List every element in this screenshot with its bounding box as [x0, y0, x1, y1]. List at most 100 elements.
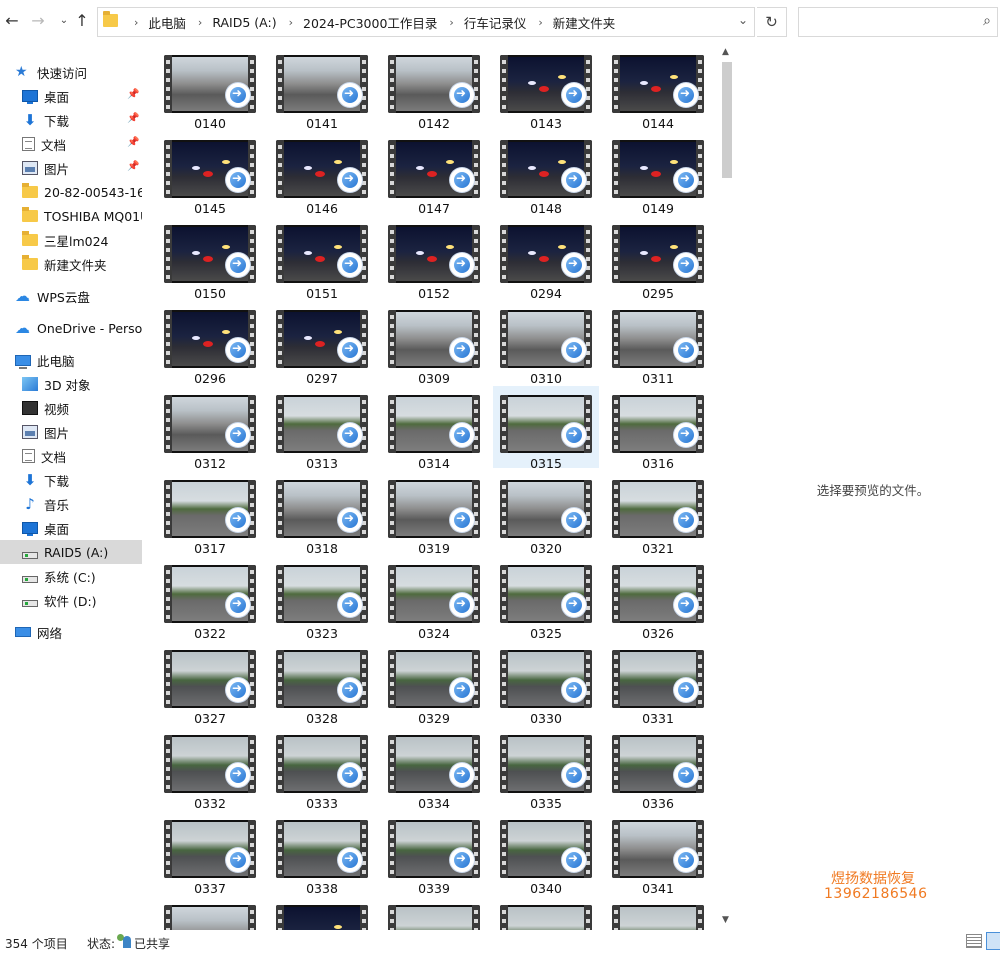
nav-item[interactable]: 20-82-00543-16- — [0, 180, 142, 204]
file-tile[interactable]: 0333 — [269, 726, 375, 811]
file-tile[interactable]: 0294 — [493, 216, 599, 301]
file-tile[interactable]: 0318 — [269, 471, 375, 556]
file-tile[interactable]: 0144 — [605, 46, 711, 131]
file-tile[interactable] — [605, 896, 711, 930]
file-tile[interactable]: 0331 — [605, 641, 711, 726]
back-button[interactable]: ← — [2, 10, 22, 32]
chevron-right-icon[interactable]: › — [538, 16, 542, 29]
file-tile[interactable]: 0337 — [157, 811, 263, 896]
nav-item[interactable]: 网络 — [0, 620, 142, 644]
file-tile[interactable]: 0335 — [493, 726, 599, 811]
file-tile[interactable]: 0152 — [381, 216, 487, 301]
chevron-right-icon[interactable]: › — [449, 16, 453, 29]
chevron-right-icon[interactable]: › — [289, 16, 293, 29]
file-tile[interactable]: 0145 — [157, 131, 263, 216]
vertical-scrollbar[interactable]: ▲ ▼ — [718, 44, 736, 930]
file-tile[interactable]: 0146 — [269, 131, 375, 216]
file-tile[interactable]: 0340 — [493, 811, 599, 896]
forward-button[interactable]: → — [28, 10, 48, 32]
nav-item[interactable]: ♪ 音乐 — [0, 492, 142, 516]
nav-item[interactable]: 文档 📌 — [0, 132, 142, 156]
file-tile[interactable]: 0295 — [605, 216, 711, 301]
file-tile[interactable]: 0147 — [381, 131, 487, 216]
file-tile[interactable]: 0327 — [157, 641, 263, 726]
chevron-right-icon[interactable]: › — [134, 16, 138, 29]
file-tile[interactable]: 0319 — [381, 471, 487, 556]
file-tile[interactable]: 0332 — [157, 726, 263, 811]
nav-item[interactable]: 视频 — [0, 396, 142, 420]
chevron-down-icon[interactable]: ⌄ — [738, 13, 748, 27]
file-tile[interactable]: 0142 — [381, 46, 487, 131]
up-button[interactable]: ↑ — [72, 10, 92, 32]
file-tile[interactable]: 0311 — [605, 301, 711, 386]
file-tile[interactable]: 0314 — [381, 386, 487, 471]
file-tile[interactable]: 0151 — [269, 216, 375, 301]
file-tile[interactable] — [269, 896, 375, 930]
nav-item[interactable]: RAID5 (A:) — [0, 540, 142, 564]
nav-item[interactable]: 新建文件夹 — [0, 252, 142, 276]
scrollbar-thumb[interactable] — [722, 62, 732, 178]
file-tile[interactable] — [157, 896, 263, 930]
breadcrumb-item[interactable]: 此电脑 — [148, 13, 186, 32]
file-tile[interactable]: 0339 — [381, 811, 487, 896]
file-tile[interactable]: 0341 — [605, 811, 711, 896]
chevron-right-icon[interactable]: › — [198, 16, 202, 29]
scroll-up-icon[interactable]: ▲ — [722, 47, 729, 57]
refresh-button[interactable]: ↻ — [757, 7, 787, 37]
file-tile[interactable]: 0324 — [381, 556, 487, 641]
file-tile[interactable]: 0323 — [269, 556, 375, 641]
breadcrumb-item[interactable]: 行车记录仪 — [464, 13, 527, 32]
search-input[interactable]: ⌕ — [798, 7, 998, 37]
nav-item[interactable]: ⬇ 下载 📌 — [0, 108, 142, 132]
breadcrumb-item[interactable]: RAID5 (A:) — [212, 15, 276, 30]
file-tile[interactable]: 0148 — [493, 131, 599, 216]
breadcrumb-item[interactable]: 2024-PC3000工作目录 — [303, 13, 437, 32]
file-tile[interactable]: 0297 — [269, 301, 375, 386]
nav-item[interactable]: ⬇ 下载 — [0, 468, 142, 492]
scroll-down-icon[interactable]: ▼ — [722, 915, 729, 925]
file-tile[interactable]: 0317 — [157, 471, 263, 556]
nav-item[interactable]: 此电脑 — [0, 348, 142, 372]
nav-item[interactable]: TOSHIBA MQ01U — [0, 204, 142, 228]
file-tile[interactable]: 0150 — [157, 216, 263, 301]
breadcrumb-item[interactable]: 新建文件夹 — [553, 13, 616, 32]
nav-item[interactable]: 3D 对象 — [0, 372, 142, 396]
file-tile[interactable]: 0310 — [493, 301, 599, 386]
file-tile[interactable] — [493, 896, 599, 930]
file-tile[interactable]: 0320 — [493, 471, 599, 556]
file-tile[interactable]: 0322 — [157, 556, 263, 641]
nav-item[interactable]: 桌面 — [0, 516, 142, 540]
file-tile[interactable]: 0326 — [605, 556, 711, 641]
large-icons-view-button[interactable] — [986, 932, 1000, 950]
nav-item[interactable]: 图片 — [0, 420, 142, 444]
file-tile[interactable]: 0325 — [493, 556, 599, 641]
file-tile[interactable]: 0316 — [605, 386, 711, 471]
file-tile[interactable]: 0329 — [381, 641, 487, 726]
file-tile[interactable]: 0321 — [605, 471, 711, 556]
details-view-button[interactable] — [966, 934, 982, 948]
file-tile[interactable]: 0336 — [605, 726, 711, 811]
nav-item[interactable]: ☁ WPS云盘 — [0, 284, 142, 308]
file-tile[interactable]: 0330 — [493, 641, 599, 726]
file-tile[interactable]: 0309 — [381, 301, 487, 386]
file-tile[interactable]: 0312 — [157, 386, 263, 471]
file-tile[interactable]: 0140 — [157, 46, 263, 131]
file-tile[interactable] — [381, 896, 487, 930]
file-tile[interactable]: 0143 — [493, 46, 599, 131]
file-tile[interactable]: 0313 — [269, 386, 375, 471]
file-tile[interactable]: 0141 — [269, 46, 375, 131]
file-tile[interactable]: 0296 — [157, 301, 263, 386]
file-tile[interactable]: 0338 — [269, 811, 375, 896]
nav-item[interactable]: ☁ OneDrive - Persor — [0, 316, 142, 340]
file-tile[interactable]: 0328 — [269, 641, 375, 726]
nav-item[interactable]: ★ 快速访问 — [0, 60, 142, 84]
recent-locations-button[interactable]: ⌄ — [54, 10, 74, 32]
file-tile[interactable]: 0149 — [605, 131, 711, 216]
nav-item[interactable]: 系统 (C:) — [0, 564, 142, 588]
nav-item[interactable]: 文档 — [0, 444, 142, 468]
nav-item[interactable]: 桌面 📌 — [0, 84, 142, 108]
file-tile[interactable]: 0315 — [493, 386, 599, 471]
nav-item[interactable]: 软件 (D:) — [0, 588, 142, 612]
address-box[interactable]: › 此电脑 › RAID5 (A:) › 2024-PC3000工作目录 › 行车记录仪 › 新建… — [97, 7, 755, 37]
file-tile[interactable]: 0334 — [381, 726, 487, 811]
